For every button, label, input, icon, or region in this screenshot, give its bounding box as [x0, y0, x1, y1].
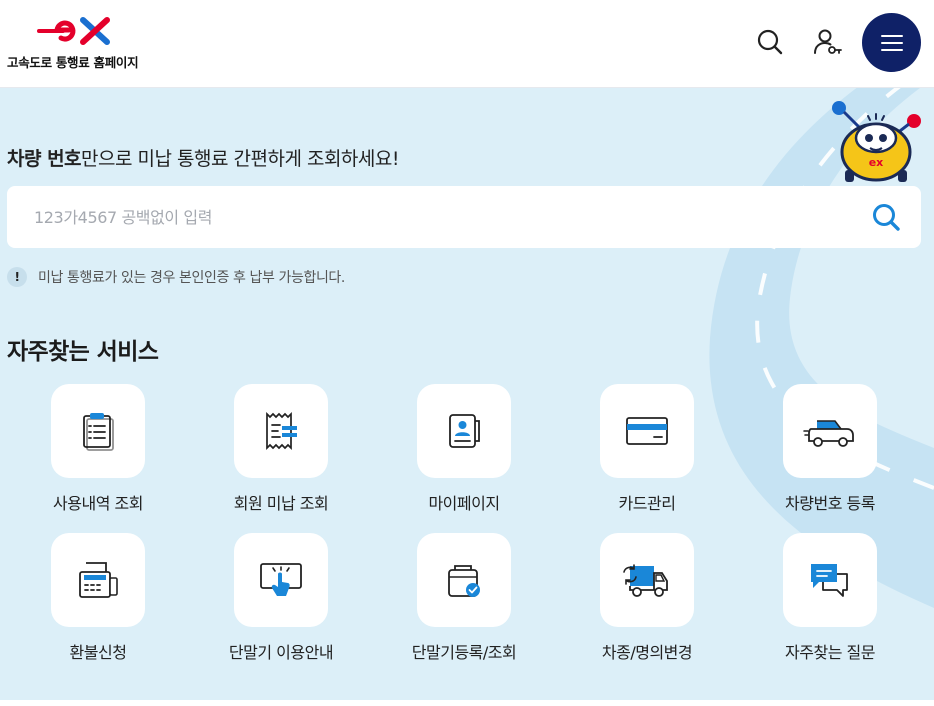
- exclamation-icon: !: [7, 267, 27, 287]
- ex-logo-icon: [37, 17, 110, 45]
- service-vehicle-register[interactable]: 차량번호 등록: [750, 384, 910, 524]
- hamburger-menu-icon: [880, 34, 903, 51]
- logo-text: 고속도로 통행료 홈페이지: [7, 55, 139, 70]
- bottom-strip: [0, 700, 934, 706]
- unpaid-notice: ! 미납 통행료가 있는 경우 본인인증 후 납부 가능합니다.: [7, 266, 345, 288]
- service-tile: [417, 384, 511, 478]
- service-label: 자주찾는 질문: [785, 643, 875, 662]
- service-card-management[interactable]: 카드관리: [567, 384, 727, 524]
- clipboard-list-icon: [83, 413, 114, 451]
- service-tile: [234, 384, 328, 478]
- search-icon: [757, 29, 783, 55]
- service-tile: [417, 533, 511, 627]
- notice-text: 미납 통행료가 있는 경우 본인인증 후 납부 가능합니다.: [38, 270, 345, 286]
- service-tile: [51, 384, 145, 478]
- touch-screen-icon: [260, 563, 302, 596]
- truck-exchange-icon: [623, 564, 668, 597]
- hero-headline-bold: 차량 번호: [7, 148, 82, 170]
- site-logo[interactable]: 고속도로 통행료 홈페이지: [7, 12, 157, 72]
- service-mypage[interactable]: 마이페이지: [384, 384, 544, 524]
- service-faq[interactable]: 자주찾는 질문: [750, 533, 910, 673]
- service-label: 차종/명의변경: [601, 643, 693, 662]
- device-check-icon: [448, 565, 480, 597]
- service-tile: [783, 384, 877, 478]
- header-login-button[interactable]: [809, 24, 845, 60]
- mascot-car-icon: ex: [832, 101, 921, 182]
- service-tile: [783, 533, 877, 627]
- fax-machine-icon: [79, 562, 118, 598]
- site-header: 고속도로 통행료 홈페이지: [0, 0, 934, 88]
- main-content: ex 차량 번호만으로 미납 통행료 간편하게 조회하세요! ! 미납 통행료가…: [0, 88, 934, 706]
- car-icon: [803, 420, 854, 447]
- service-label: 사용내역 조회: [53, 494, 143, 513]
- plate-search-submit-icon[interactable]: [871, 202, 901, 232]
- service-member-unpaid[interactable]: 회원 미납 조회: [201, 384, 361, 524]
- service-tile: [600, 533, 694, 627]
- profile-card-icon: [449, 414, 480, 448]
- service-label: 환불신청: [69, 643, 127, 662]
- service-label: 단말기등록/조회: [411, 643, 517, 662]
- service-refund-request[interactable]: 환불신청: [18, 533, 178, 673]
- plate-number-input[interactable]: [7, 186, 857, 248]
- service-label: 회원 미납 조회: [233, 494, 329, 513]
- service-label: 카드관리: [618, 494, 676, 513]
- service-tile: [234, 533, 328, 627]
- service-label: 차량번호 등록: [785, 494, 875, 513]
- user-key-icon: [814, 29, 842, 54]
- service-label: 마이페이지: [428, 494, 500, 513]
- chat-bubbles-icon: [811, 564, 848, 597]
- plate-search-box: [7, 186, 921, 248]
- service-vehicle-owner-change[interactable]: 차종/명의변경: [567, 533, 727, 673]
- service-usage-history[interactable]: 사용내역 조회: [18, 384, 178, 524]
- service-device-guide[interactable]: 단말기 이용안내: [201, 533, 361, 673]
- frequent-services-title: 자주찾는 서비스: [7, 339, 159, 365]
- header-search-button[interactable]: [752, 24, 788, 60]
- credit-card-icon: [626, 417, 668, 445]
- hamburger-menu-button[interactable]: [862, 13, 921, 72]
- receipt-icon: [266, 411, 297, 451]
- hero-headline-rest: 만으로 미납 통행료 간편하게 조회하세요!: [81, 148, 399, 170]
- service-label: 단말기 이용안내: [228, 643, 334, 662]
- svg-text:ex: ex: [869, 156, 884, 169]
- service-tile: [51, 533, 145, 627]
- hero-headline: 차량 번호만으로 미납 통행료 간편하게 조회하세요!: [7, 144, 399, 171]
- service-tile: [600, 384, 694, 478]
- service-device-registration[interactable]: 단말기등록/조회: [384, 533, 544, 673]
